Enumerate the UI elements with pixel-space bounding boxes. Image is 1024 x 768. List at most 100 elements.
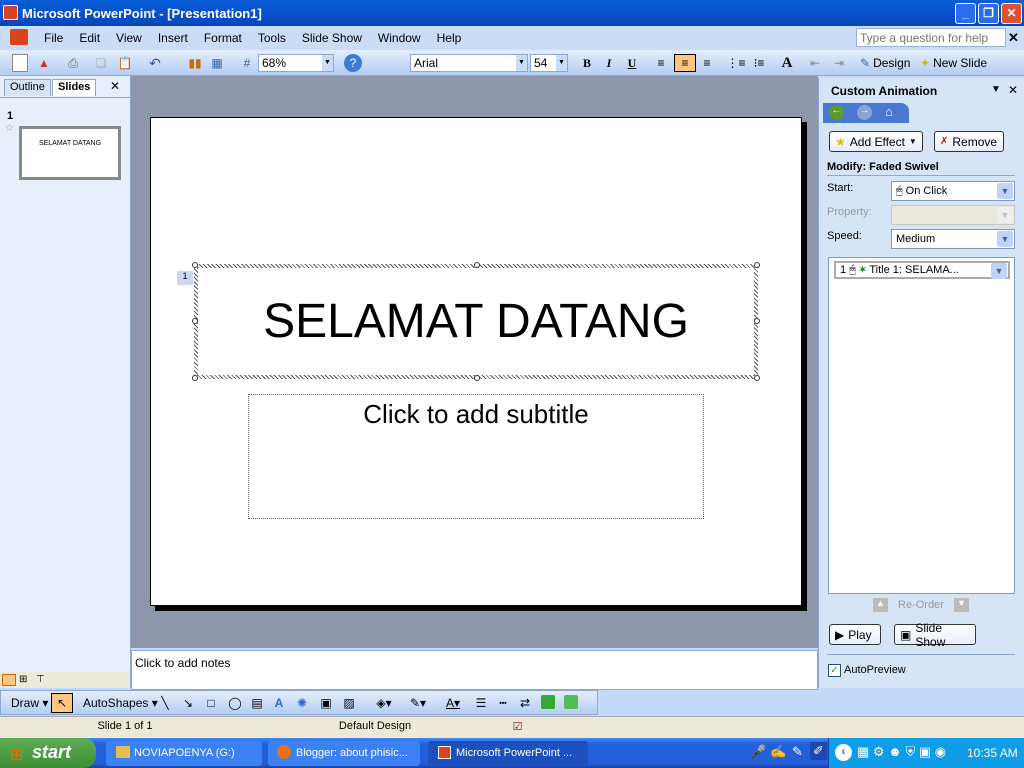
subtitle-placeholder[interactable]: Click to add subtitle — [248, 394, 704, 519]
minimize-button[interactable]: _ — [955, 3, 976, 24]
start-select[interactable]: 🖱 On Click ▼ — [891, 181, 1015, 201]
close-button[interactable]: ✕ — [1001, 3, 1022, 24]
textbox-icon[interactable]: ▤ — [249, 694, 265, 712]
close-pane-button[interactable]: ✕ — [1008, 83, 1018, 97]
menu-slide-show[interactable]: Slide Show — [294, 31, 370, 45]
menu-help[interactable]: Help — [429, 31, 470, 45]
slide-title[interactable]: SELAMAT DATANG — [198, 268, 754, 375]
speed-select[interactable]: Medium ▼ — [891, 229, 1015, 249]
increase-font-icon[interactable]: A — [778, 54, 796, 72]
select-pointer-icon[interactable]: ↖ — [51, 693, 73, 713]
font-color-icon[interactable]: A▾ — [439, 694, 467, 712]
resize-handle[interactable] — [192, 375, 198, 381]
slide-show-icon[interactable]: ⊤ — [36, 674, 50, 686]
numbering-icon[interactable]: ⋮≡ — [727, 54, 746, 72]
resize-handle[interactable] — [754, 375, 760, 381]
close-document-button[interactable]: ✕ — [1008, 30, 1019, 46]
back-icon[interactable]: ← — [829, 105, 844, 120]
menu-window[interactable]: Window — [370, 31, 429, 45]
menu-tools[interactable]: Tools — [250, 31, 294, 45]
italic-button[interactable]: I — [600, 54, 618, 72]
menu-view[interactable]: View — [108, 31, 150, 45]
move-up-icon[interactable]: ▲ — [873, 598, 888, 612]
table-icon[interactable]: ▦ — [208, 54, 226, 72]
resize-handle[interactable] — [474, 262, 480, 268]
resize-handle[interactable] — [192, 318, 198, 324]
align-center-icon[interactable]: ≡ — [674, 54, 696, 72]
align-right-icon[interactable]: ≡ — [698, 54, 716, 72]
3d-icon[interactable] — [564, 695, 578, 709]
remove-button[interactable]: ✗ Remove — [934, 131, 1004, 152]
slide-sorter-icon[interactable]: ⊞ — [19, 674, 33, 686]
language-bar-icon[interactable]: ✍ — [770, 744, 786, 760]
fill-color-icon[interactable]: ◈▾ — [371, 694, 397, 712]
menu-edit[interactable]: Edit — [71, 31, 108, 45]
tray-icons[interactable]: ▦ ⚙ ☻ ⛨ ▣ ◉ — [857, 744, 946, 760]
spelling-icon[interactable]: ☑ — [505, 720, 530, 733]
new-icon[interactable] — [12, 54, 28, 72]
line-style-icon[interactable]: ☰ — [473, 694, 489, 712]
rectangle-icon[interactable]: □ — [203, 694, 219, 712]
wordart-icon[interactable]: A — [271, 694, 287, 712]
resize-handle[interactable] — [192, 262, 198, 268]
slide[interactable]: 1 SELAMAT DATANG Click to add subtitle — [150, 117, 802, 606]
oval-icon[interactable]: ◯ — [226, 694, 244, 712]
title-placeholder[interactable]: SELAMAT DATANG — [192, 262, 760, 381]
animation-list-item[interactable]: 1 🖱 ✶ Title 1: SELAMA... ▼ — [834, 261, 1010, 279]
resize-handle[interactable] — [754, 318, 760, 324]
close-pane-button[interactable]: ✕ — [110, 79, 120, 93]
chevron-down-icon[interactable]: ▼ — [991, 263, 1007, 279]
menu-file[interactable]: File — [36, 31, 71, 45]
autopreview-checkbox[interactable]: ✓ — [828, 664, 841, 677]
help-icon[interactable]: ? — [344, 54, 362, 72]
bullets-icon[interactable]: ⁝≡ — [750, 54, 768, 72]
tab-slides[interactable]: Slides — [52, 79, 97, 96]
shadow-icon[interactable] — [541, 695, 555, 709]
pane-menu-icon[interactable]: ▼ — [991, 84, 1001, 95]
font-select[interactable]: Arial ▼ — [410, 54, 528, 72]
resize-handle[interactable] — [474, 375, 480, 381]
dash-style-icon[interactable]: ┅ — [495, 694, 511, 712]
arrow-icon[interactable]: ↘ — [180, 694, 196, 712]
notes-pane[interactable]: Click to add notes — [131, 650, 818, 690]
show-hidden-icons[interactable]: ‹ — [835, 744, 852, 761]
arrow-style-icon[interactable]: ⇄ — [517, 694, 533, 712]
clipart-icon[interactable]: ▣ — [318, 694, 334, 712]
design-button[interactable]: ✎ Design — [860, 54, 910, 72]
add-effect-button[interactable]: ★ Add Effect ▼ — [829, 131, 923, 152]
print-icon[interactable]: ⎙ — [64, 54, 82, 72]
line-color-icon[interactable]: ✎▾ — [403, 694, 433, 712]
forward-icon[interactable]: → — [857, 105, 872, 120]
restore-button[interactable]: ❐ — [978, 3, 999, 24]
microphone-icon[interactable]: 🎤 — [750, 744, 766, 760]
permission-icon[interactable]: ▲ — [36, 54, 52, 72]
home-icon[interactable]: ⌂ — [885, 104, 893, 119]
menu-insert[interactable]: Insert — [150, 31, 196, 45]
increase-indent-icon[interactable]: ⇥ — [830, 54, 848, 72]
chart-icon[interactable]: ▮▮ — [186, 54, 204, 72]
help-search-input[interactable] — [856, 28, 1006, 47]
handwriting-icon[interactable]: ✎ — [792, 744, 803, 760]
diagram-icon[interactable]: ✺ — [294, 694, 310, 712]
slide-thumbnail[interactable]: SELAMAT DATANG — [19, 126, 121, 180]
input-tool-icon[interactable]: ✐ — [810, 742, 827, 760]
menu-format[interactable]: Format — [196, 31, 250, 45]
tab-outline[interactable]: Outline — [4, 79, 51, 96]
move-down-icon[interactable]: ▼ — [954, 598, 969, 612]
grid-icon[interactable]: # — [238, 54, 256, 72]
draw-menu[interactable]: Draw ▾ — [11, 694, 48, 712]
resize-handle[interactable] — [754, 262, 760, 268]
copy-icon[interactable]: ❏ — [92, 54, 110, 72]
decrease-indent-icon[interactable]: ⇤ — [806, 54, 824, 72]
taskbar-item-powerpoint[interactable]: Microsoft PowerPoint ... — [428, 741, 588, 766]
line-icon[interactable]: ╲ — [157, 694, 173, 712]
align-left-icon[interactable]: ≡ — [652, 54, 670, 72]
font-size-select[interactable]: 54 ▼ — [530, 54, 568, 72]
normal-view-icon[interactable] — [2, 674, 16, 686]
slide-show-button[interactable]: ▣ Slide Show — [894, 621, 976, 649]
autoshapes-menu[interactable]: AutoShapes ▾ — [83, 694, 158, 712]
play-button[interactable]: ▶ Play — [829, 624, 881, 645]
underline-button[interactable]: U — [623, 54, 641, 72]
bold-button[interactable]: B — [578, 54, 596, 72]
picture-icon[interactable]: ▨ — [341, 694, 357, 712]
